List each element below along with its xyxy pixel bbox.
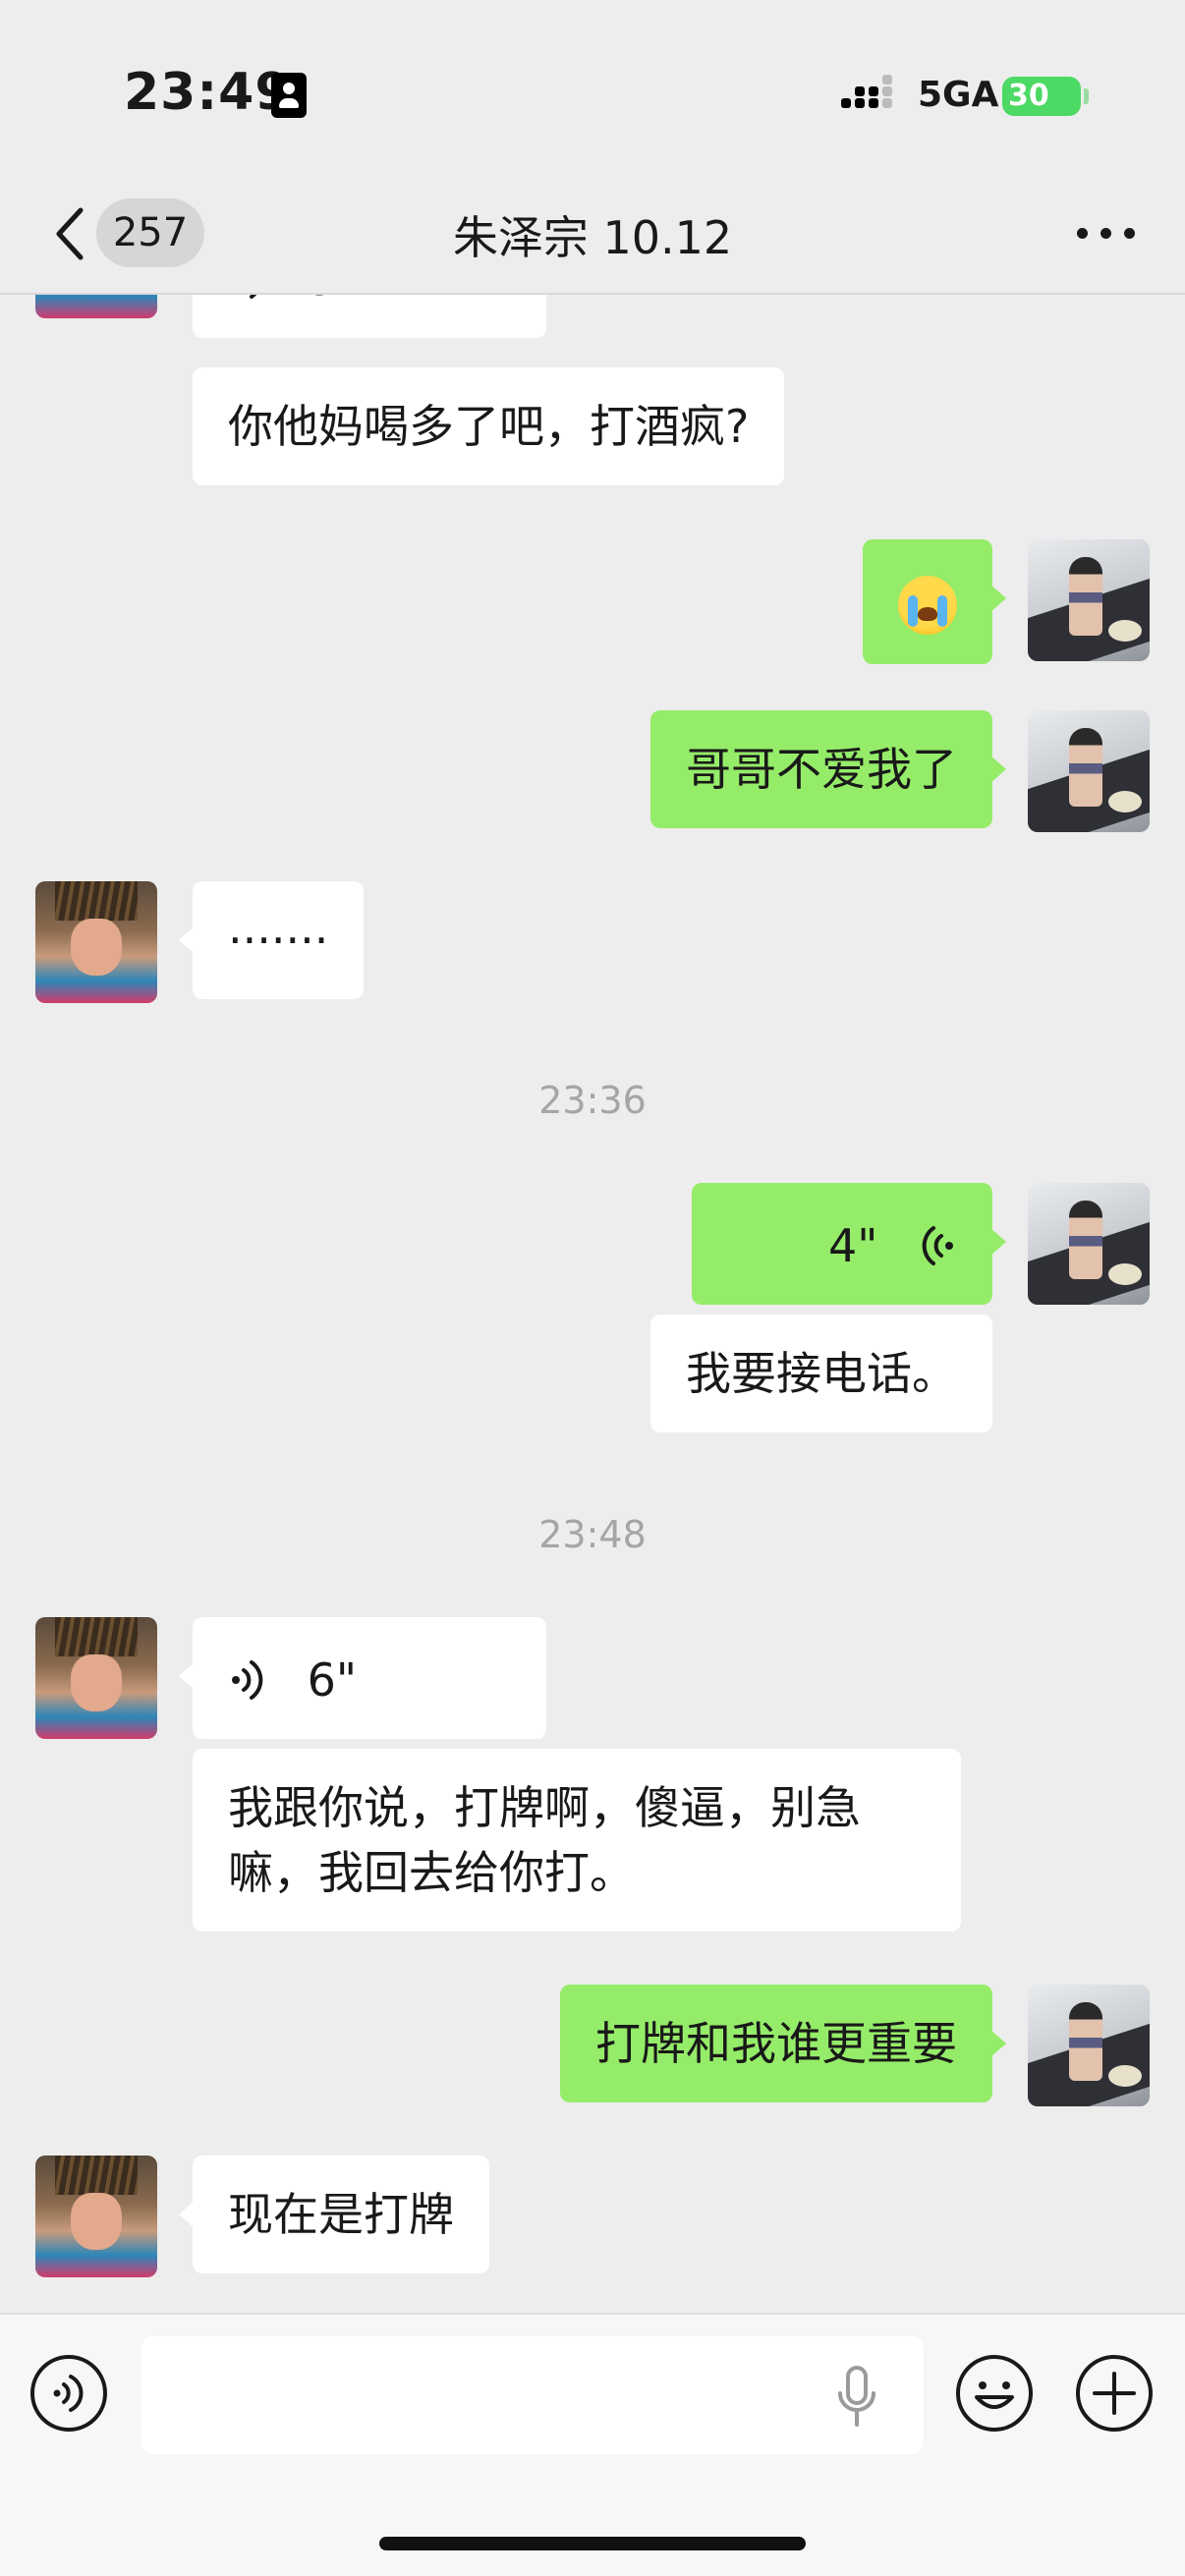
voice-duration: 3" [308, 295, 357, 311]
network-type: 5GA [918, 75, 999, 115]
voice-transcript[interactable]: 我要接电话。 [650, 1315, 992, 1432]
message-bubble[interactable]: 你他妈喝多了吧，打酒疯? [193, 367, 785, 485]
input-toolbar [0, 2313, 1185, 2576]
emoji-message[interactable] [863, 539, 1006, 664]
voice-duration: 4" [827, 1218, 878, 1272]
voice-message[interactable]: 4" [692, 1183, 1006, 1305]
friend-avatar[interactable] [35, 295, 157, 318]
voice-message[interactable]: 3" [193, 295, 546, 338]
message-timestamp: 23:36 [538, 1079, 647, 1122]
self-avatar[interactable] [1028, 710, 1150, 832]
voice-message[interactable]: 6" [179, 1617, 546, 1739]
status-bar: 23:49 5GA 30 [0, 0, 1185, 177]
status-time: 23:49 [124, 63, 292, 122]
friend-avatar[interactable] [35, 2156, 157, 2277]
emoji-picker-icon[interactable] [955, 2354, 1034, 2433]
message-input[interactable] [141, 2336, 924, 2454]
home-indicator[interactable] [379, 2537, 806, 2550]
message-list[interactable]: 3" 你他妈喝多了吧，打酒疯? 哥哥不爱我了 ······· 23:36 4" … [0, 295, 1185, 2313]
battery-icon: 30 [1002, 77, 1089, 116]
microphone-icon[interactable] [837, 2366, 876, 2429]
more-options-icon[interactable] [1077, 214, 1136, 253]
friend-avatar[interactable] [35, 1617, 157, 1739]
friend-avatar[interactable] [35, 881, 157, 1003]
message-bubble[interactable]: ······· [178, 881, 365, 999]
voice-wave-icon [232, 1659, 263, 1700]
message-bubble[interactable]: 我跟你说，打牌啊，傻逼，别急嘛，我回去给你打。 [193, 1749, 961, 1932]
back-chevron-icon[interactable] [51, 204, 90, 263]
voice-wave-icon [250, 295, 256, 299]
self-avatar[interactable] [1028, 1985, 1150, 2106]
cellular-signal-icon [841, 75, 900, 116]
chat-header: 257 朱泽宗 10.12 [0, 177, 1185, 295]
unread-count-badge[interactable]: 257 [96, 198, 204, 267]
message-bubble[interactable]: 哥哥不爱我了 [650, 710, 1006, 828]
voice-duration: 6" [307, 1652, 358, 1707]
crying-face-emoji-icon [898, 575, 957, 635]
message-bubble[interactable]: 现在是打牌 [179, 2156, 489, 2273]
self-avatar[interactable] [1028, 1183, 1150, 1305]
voice-input-icon[interactable] [29, 2354, 108, 2433]
contact-card-icon [271, 73, 307, 118]
message-timestamp: 23:48 [538, 1513, 647, 1556]
voice-wave-icon [922, 1225, 953, 1265]
more-functions-plus-icon[interactable] [1075, 2354, 1154, 2433]
message-bubble[interactable]: 打牌和我谁更重要 [560, 1985, 1006, 2102]
self-avatar[interactable] [1028, 539, 1150, 661]
